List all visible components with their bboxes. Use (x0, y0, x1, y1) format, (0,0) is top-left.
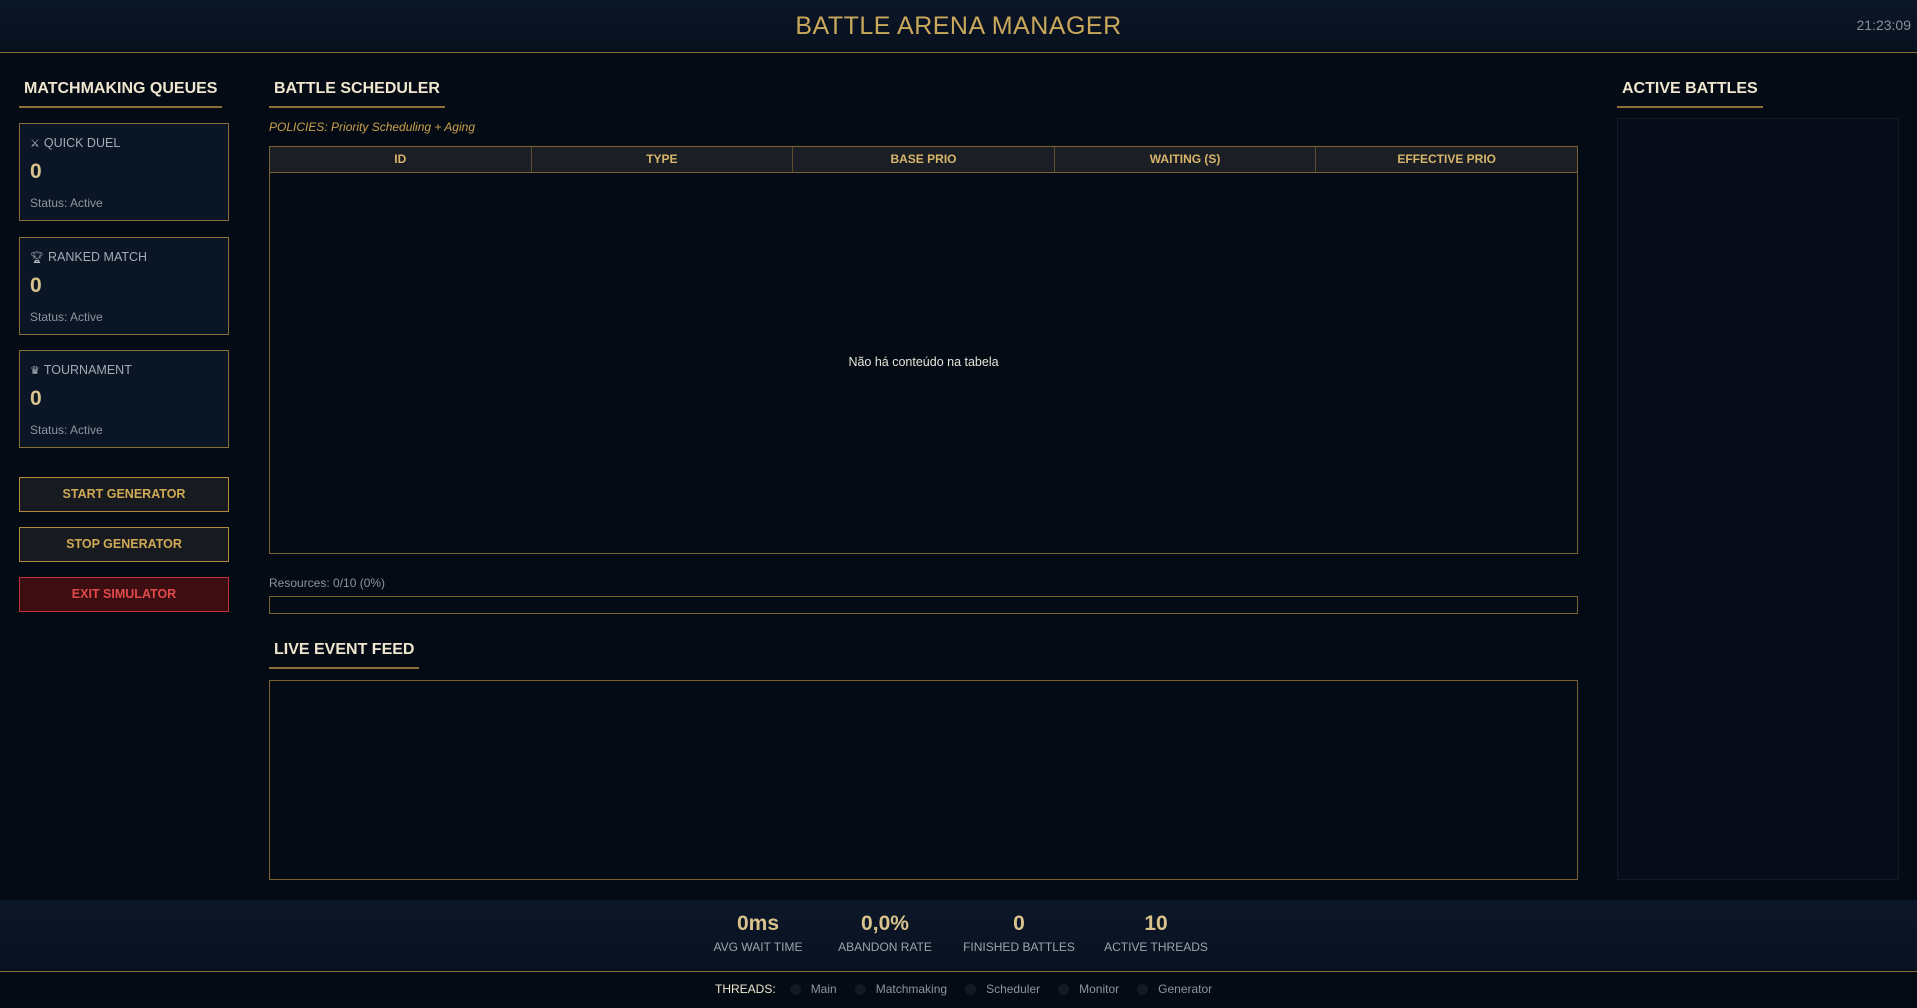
table-empty-message: Não há conteúdo na tabela (848, 355, 999, 369)
column-header-effective-prio[interactable]: EFFECTIVE PRIO (1316, 147, 1577, 172)
resources-progress-bar (269, 596, 1578, 614)
stat-value: 0,0% (861, 912, 909, 935)
thread-indicator-main: Main (789, 982, 837, 996)
matchmaking-queues-heading: MATCHMAKING QUEUES (19, 80, 223, 108)
scheduler-table: ID TYPE BASE PRIO WAITING (S) EFFECTIVE … (269, 146, 1578, 554)
policies-label: POLICIES: Priority Scheduling + Aging (269, 120, 475, 134)
queue-status: Status: Active (30, 310, 103, 324)
thread-indicator-scheduler: Scheduler (965, 982, 1040, 996)
clock: 21:23:09 (1856, 17, 1912, 33)
stats-bar: 0ms AVG WAIT TIME 0,0% ABANDON RATE 0 FI… (0, 900, 1917, 972)
stat-finished-battles: 0 FINISHED BATTLES (963, 912, 1075, 954)
crown-icon: ♛ (30, 364, 40, 377)
thread-name: Scheduler (986, 982, 1041, 996)
thread-name: Generator (1158, 982, 1213, 996)
thread-name: Matchmaking (875, 982, 948, 996)
queue-card-ranked-match: 🏆︎ RANKED MATCH 0 Status: Active (19, 237, 229, 335)
battle-scheduler-heading: BATTLE SCHEDULER (269, 80, 445, 108)
active-battles-heading: ACTIVE BATTLES (1617, 80, 1763, 108)
queue-count: 0 (30, 387, 42, 410)
trophy-icon: 🏆︎ (30, 251, 44, 264)
event-feed-log[interactable] (269, 680, 1578, 880)
stat-label: ACTIVE THREADS (1104, 940, 1208, 954)
start-generator-button[interactable]: START GENERATOR (19, 477, 229, 512)
queue-status: Status: Active (30, 196, 103, 210)
live-event-feed-heading: LIVE EVENT FEED (269, 641, 420, 669)
status-dot-icon (965, 983, 977, 995)
column-header-base-prio[interactable]: BASE PRIO (793, 147, 1055, 172)
stop-generator-button[interactable]: STOP GENERATOR (19, 527, 229, 562)
queue-status: Status: Active (30, 423, 103, 437)
stat-active-threads: 10 ACTIVE THREADS (1104, 912, 1208, 954)
column-header-type[interactable]: TYPE (532, 147, 794, 172)
threads-footer: THREADS: Main Matchmaking Scheduler Moni… (0, 974, 1917, 1008)
column-header-waiting[interactable]: WAITING (S) (1055, 147, 1317, 172)
thread-indicator-generator: Generator (1137, 982, 1212, 996)
status-dot-icon (789, 983, 801, 995)
queue-name: QUICK DUEL (43, 136, 121, 150)
queue-count: 0 (30, 160, 42, 183)
stat-abandon-rate: 0,0% ABANDON RATE (838, 912, 932, 954)
active-battles-panel[interactable] (1617, 118, 1899, 880)
thread-name: Monitor (1079, 982, 1120, 996)
queue-card-quick-duel: ⚔ QUICK DUEL 0 Status: Active (19, 123, 229, 221)
app-title: BATTLE ARENA MANAGER (795, 12, 1122, 40)
exit-simulator-button[interactable]: EXIT SIMULATOR (19, 577, 229, 612)
table-header-row: ID TYPE BASE PRIO WAITING (S) EFFECTIVE … (270, 147, 1577, 173)
app-root: BATTLE ARENA MANAGER 21:23:09 MATCHMAKIN… (0, 0, 1917, 1008)
queue-card-tournament: ♛ TOURNAMENT 0 Status: Active (19, 350, 229, 448)
stat-label: FINISHED BATTLES (963, 940, 1075, 954)
stat-label: AVG WAIT TIME (713, 940, 803, 954)
stat-value: 0 (1013, 912, 1025, 935)
resources-label: Resources: 0/10 (0%) (269, 576, 386, 590)
queue-count: 0 (30, 274, 42, 297)
status-dot-icon (1058, 983, 1070, 995)
stat-avg-wait-time: 0ms AVG WAIT TIME (714, 912, 803, 954)
stat-label: ABANDON RATE (838, 940, 932, 954)
stat-value: 0ms (736, 912, 780, 935)
threads-label: THREADS: (715, 982, 776, 996)
thread-indicator-matchmaking: Matchmaking (854, 982, 948, 996)
status-dot-icon (1137, 983, 1149, 995)
crossed-swords-icon: ⚔ (30, 137, 40, 150)
queue-name: TOURNAMENT (43, 363, 132, 377)
thread-indicator-monitor: Monitor (1058, 982, 1119, 996)
queue-name: RANKED MATCH (47, 250, 148, 264)
thread-name: Main (810, 982, 837, 996)
stat-value: 10 (1144, 912, 1168, 935)
status-dot-icon (854, 983, 866, 995)
column-header-id[interactable]: ID (270, 147, 532, 172)
app-header: BATTLE ARENA MANAGER 21:23:09 (0, 0, 1917, 53)
